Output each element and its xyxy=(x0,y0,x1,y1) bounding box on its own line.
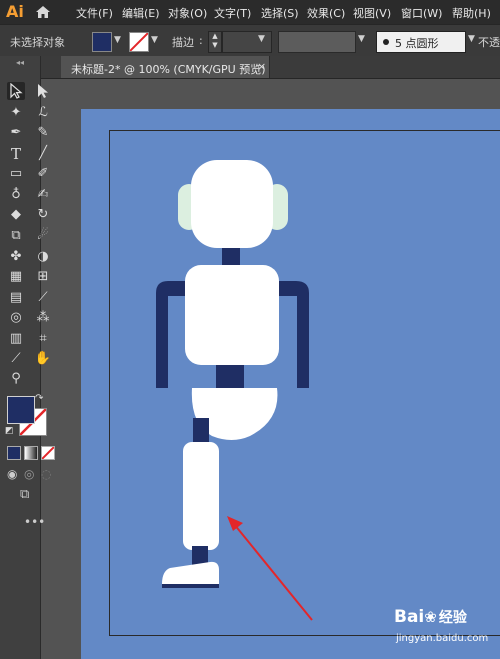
robot-torso[interactable] xyxy=(185,265,279,365)
robot-right-arm[interactable] xyxy=(278,281,309,388)
paw-icon: ❀ xyxy=(424,608,437,626)
robot-head[interactable] xyxy=(191,160,273,248)
robot-foot-sole[interactable] xyxy=(162,584,219,588)
robot-foot[interactable] xyxy=(162,561,219,584)
robot-illustration xyxy=(156,160,313,621)
baidu-watermark: Bai❀ 经验 jingyan.baidu.com xyxy=(390,605,500,653)
watermark-brand: Bai❀ 经验 xyxy=(394,607,467,627)
watermark-url: jingyan.baidu.com xyxy=(396,633,489,644)
robot-left-arm[interactable] xyxy=(156,281,186,388)
robot-leg[interactable] xyxy=(183,442,219,550)
annotation-arrow xyxy=(227,516,313,621)
